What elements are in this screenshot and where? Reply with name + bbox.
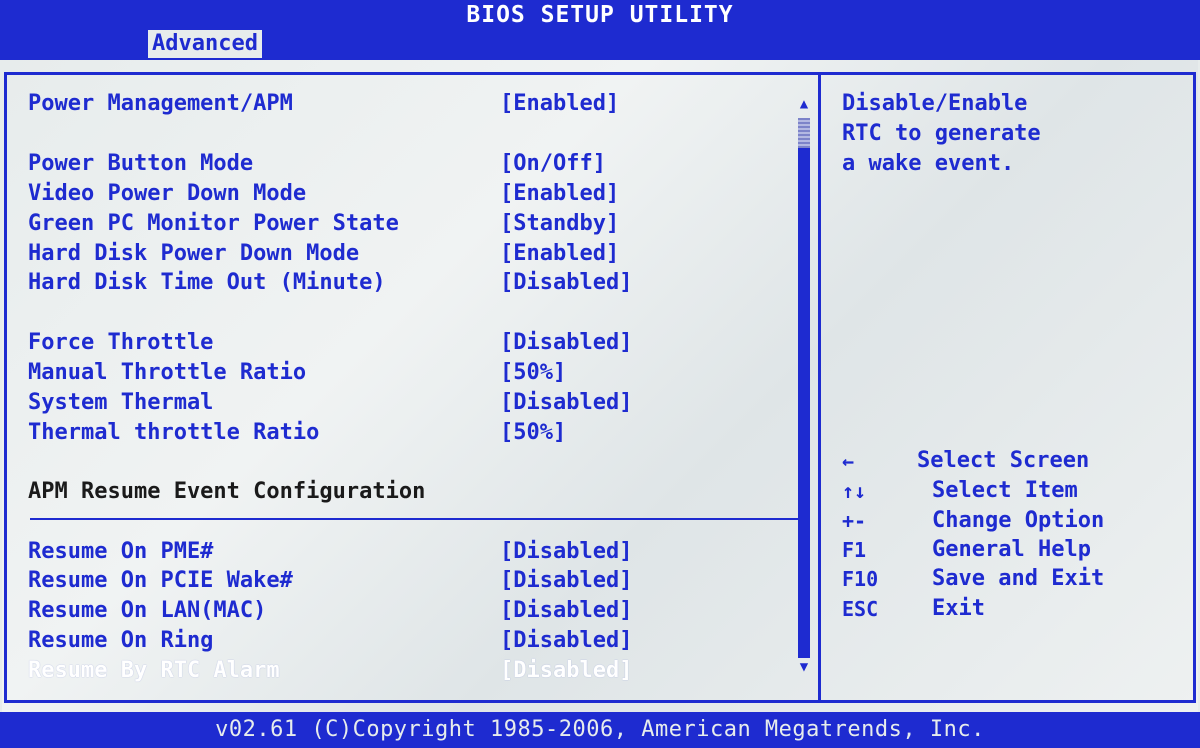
setting-label: Green PC Monitor Power State: [28, 211, 399, 236]
setting-value[interactable]: [50%]: [500, 358, 566, 388]
key-esc: ESC: [842, 597, 879, 621]
setting-value[interactable]: [Disabled]: [500, 596, 632, 626]
key-desc-select-screen: Select Screen: [917, 448, 1090, 473]
tab-advanced[interactable]: Advanced: [148, 30, 262, 58]
key-up-down-arrows-icon: ↑↓: [842, 479, 867, 503]
setting-row-manual-throttle-ratio[interactable]: Manual Throttle Ratio [50%]: [28, 358, 798, 388]
help-panel-divider: [818, 72, 821, 703]
setting-label: Resume On PCIE Wake#: [28, 568, 293, 593]
setting-value[interactable]: [50%]: [500, 418, 566, 448]
key-plus-minus: +-: [842, 509, 867, 533]
setting-row-force-throttle[interactable]: Force Throttle [Disabled]: [28, 328, 798, 358]
key-f1: F1: [842, 538, 867, 562]
setting-value[interactable]: [Disabled]: [500, 328, 632, 358]
setting-label: Hard Disk Power Down Mode: [28, 241, 360, 266]
setting-label: Resume On LAN(MAC): [28, 598, 267, 623]
setting-label: Resume By RTC Alarm: [28, 658, 280, 683]
scroll-down-icon[interactable]: ▼: [794, 657, 814, 677]
key-desc-save-and-exit: Save and Exit: [932, 566, 1105, 591]
key-f10: F10: [842, 567, 879, 591]
setting-value[interactable]: [Disabled]: [500, 626, 632, 656]
setting-value[interactable]: [Disabled]: [500, 388, 632, 418]
key-desc-exit: Exit: [932, 596, 985, 621]
setting-label: Power Management/APM: [28, 91, 293, 116]
setting-label: Resume On PME#: [28, 539, 214, 564]
setting-label: Video Power Down Mode: [28, 181, 307, 206]
setting-label: Force Throttle: [28, 330, 214, 355]
setting-value[interactable]: [Standby]: [500, 209, 619, 239]
setting-row-resume-on-pme[interactable]: Resume On PME# [Disabled]: [28, 537, 798, 567]
setting-value[interactable]: [Enabled]: [500, 239, 619, 269]
setting-row-green-pc-monitor-power-state[interactable]: Green PC Monitor Power State [Standby]: [28, 209, 798, 239]
setting-label: System Thermal: [28, 390, 214, 415]
copyright-text: v02.61 (C)Copyright 1985-2006, American …: [215, 717, 985, 742]
key-desc-change-option: Change Option: [932, 508, 1105, 533]
setting-row-resume-on-lan-mac[interactable]: Resume On LAN(MAC) [Disabled]: [28, 596, 798, 626]
setting-row-power-button-mode[interactable]: Power Button Mode [On/Off]: [28, 149, 798, 179]
setting-row-video-power-down-mode[interactable]: Video Power Down Mode [Enabled]: [28, 179, 798, 209]
setting-row-resume-on-pcie-wake[interactable]: Resume On PCIE Wake# [Disabled]: [28, 566, 798, 596]
setting-value[interactable]: [Enabled]: [500, 179, 619, 209]
setting-row-hard-disk-time-out[interactable]: Hard Disk Time Out (Minute) [Disabled]: [28, 268, 798, 298]
app-title: BIOS SETUP UTILITY: [466, 2, 734, 28]
help-text-line: RTC to generate: [842, 121, 1041, 146]
section-divider: [30, 518, 798, 520]
section-heading-text: APM Resume Event Configuration: [28, 479, 426, 504]
setting-value[interactable]: [Disabled]: [500, 566, 632, 596]
setting-label: Resume On Ring: [28, 628, 214, 653]
setting-row-resume-on-ring[interactable]: Resume On Ring [Disabled]: [28, 626, 798, 656]
setting-label: Manual Throttle Ratio: [28, 360, 307, 385]
setting-row-power-management-apm[interactable]: Power Management/APM [Enabled]: [28, 89, 798, 119]
scroll-up-icon[interactable]: ▲: [794, 94, 814, 114]
setting-row-thermal-throttle-ratio[interactable]: Thermal throttle Ratio [50%]: [28, 418, 798, 448]
help-text-line: Disable/Enable: [842, 91, 1028, 116]
scrollbar-track[interactable]: [798, 118, 810, 658]
setting-label: Thermal throttle Ratio: [28, 420, 320, 445]
key-desc-select-item: Select Item: [932, 478, 1078, 503]
setting-row-hard-disk-power-down-mode[interactable]: Hard Disk Power Down Mode [Enabled]: [28, 239, 798, 269]
setting-value[interactable]: [Disabled]: [500, 537, 632, 567]
setting-label: Power Button Mode: [28, 151, 254, 176]
setting-row-resume-by-rtc-alarm[interactable]: Resume By RTC Alarm [Disabled]: [28, 656, 798, 686]
setting-label: Hard Disk Time Out (Minute): [28, 270, 386, 295]
setting-row-system-thermal[interactable]: System Thermal [Disabled]: [28, 388, 798, 418]
setting-value[interactable]: [Disabled]: [500, 268, 632, 298]
setting-value[interactable]: [On/Off]: [500, 149, 606, 179]
help-text-line: a wake event.: [842, 151, 1015, 176]
key-desc-general-help: General Help: [932, 537, 1091, 562]
setting-value[interactable]: [Disabled]: [500, 656, 632, 686]
section-heading-apm-resume: APM Resume Event Configuration: [28, 477, 798, 507]
scrollbar-thumb[interactable]: [798, 118, 810, 148]
setting-value[interactable]: [Enabled]: [500, 89, 619, 119]
